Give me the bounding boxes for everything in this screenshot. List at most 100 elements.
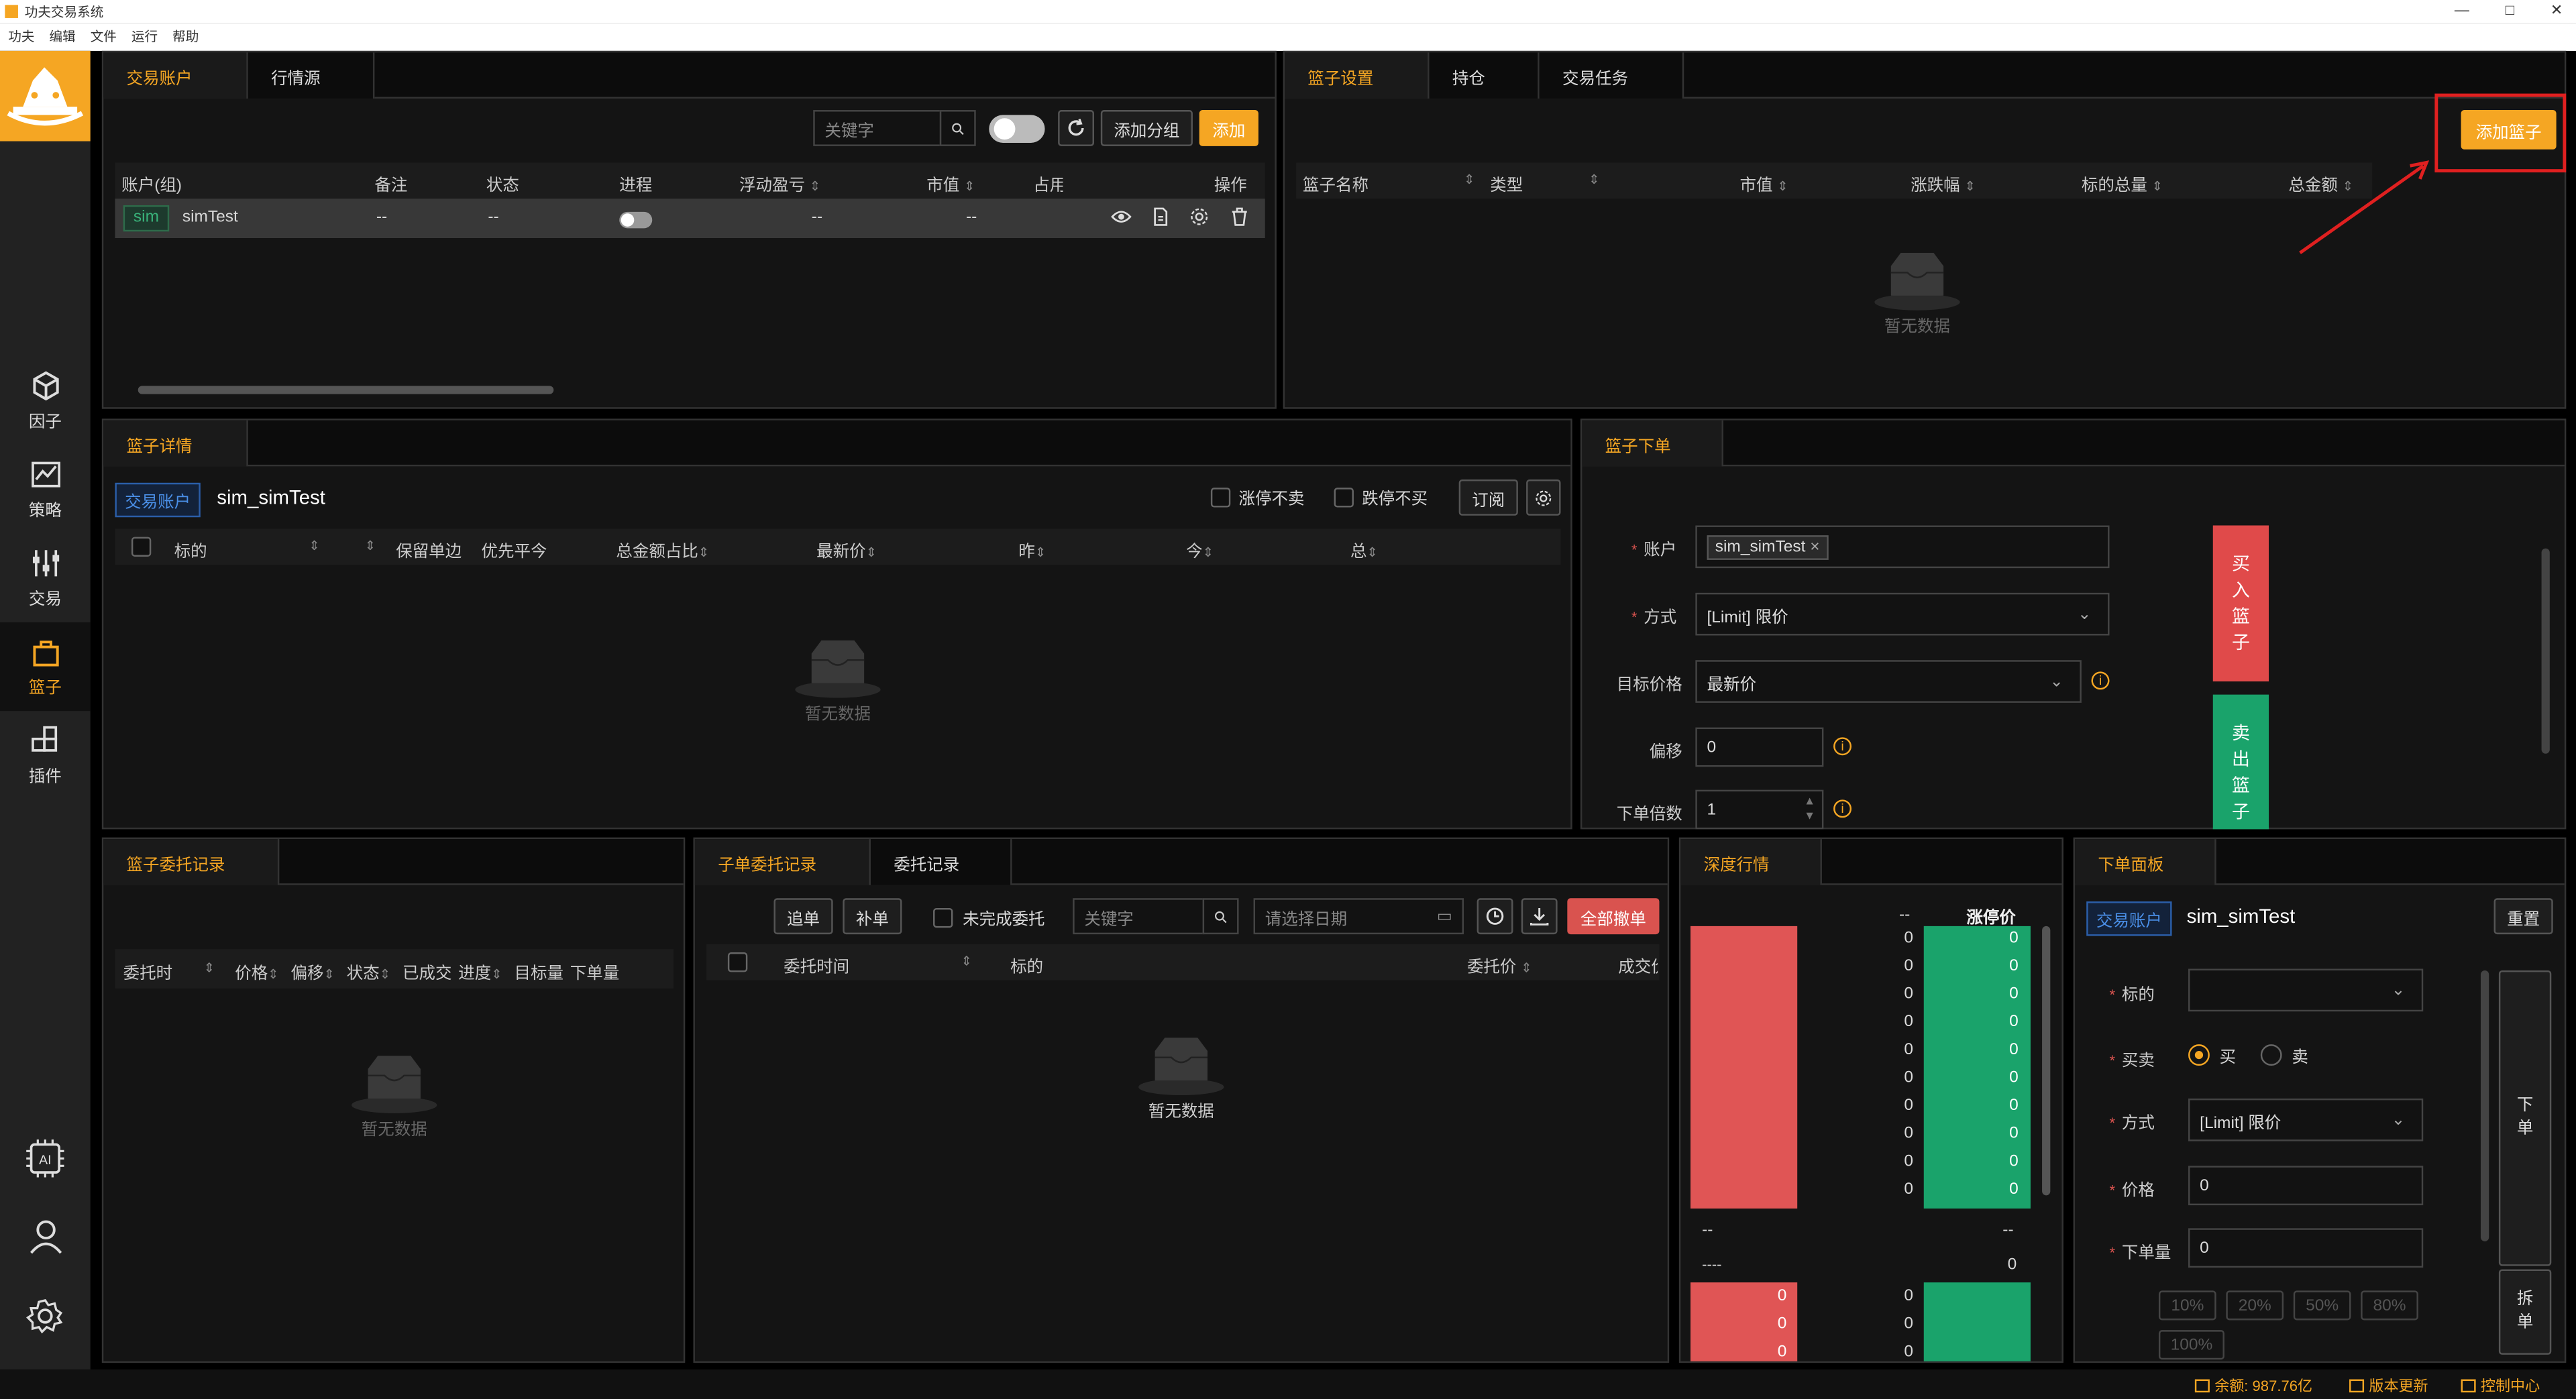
col-order-price[interactable]: 委托价 ⇕: [1467, 952, 1532, 977]
tab-trade-tasks[interactable]: 交易任务: [1539, 52, 1684, 99]
history-button[interactable]: [1477, 898, 1513, 935]
refresh-button[interactable]: [1058, 110, 1095, 146]
search-button[interactable]: [1202, 898, 1239, 935]
supplement-order-button[interactable]: 补单: [843, 898, 902, 935]
tab-positions[interactable]: 持仓: [1429, 52, 1540, 99]
order-method-select[interactable]: [Limit] 限价 ⌄: [2188, 1098, 2424, 1141]
tab-trade-accounts[interactable]: 交易账户: [103, 52, 248, 99]
col-total[interactable]: 总⇕: [1350, 537, 1378, 561]
tab-order-records[interactable]: 委托记录: [870, 839, 1012, 885]
sub-search-input[interactable]: 关键字: [1073, 898, 1205, 935]
version-update[interactable]: 版本更新: [2349, 1374, 2428, 1396]
unfinished-checkbox[interactable]: 未完成委托: [933, 905, 1045, 930]
col-last-price[interactable]: 最新价⇕: [816, 537, 877, 561]
tab-basket-order[interactable]: 篮子下单: [1582, 420, 1723, 467]
delete-icon[interactable]: [1230, 207, 1248, 231]
col-offset[interactable]: 偏移⇕: [290, 959, 334, 984]
col-market-value[interactable]: 市值 ⇕: [926, 171, 975, 195]
tab-market-source[interactable]: 行情源: [248, 52, 375, 99]
offset-input[interactable]: 0: [1695, 727, 1824, 767]
percent-100-button[interactable]: 100%: [2158, 1330, 2224, 1360]
col-progress[interactable]: 进度⇕: [458, 959, 502, 984]
col-total-qty[interactable]: 标的总量 ⇕: [2082, 171, 2163, 195]
col-amount-ratio[interactable]: 总金额占比⇕: [616, 537, 709, 561]
percent-20-button[interactable]: 20%: [2226, 1290, 2284, 1321]
tab-sub-order-records[interactable]: 子单委托记录: [694, 839, 871, 885]
download-button[interactable]: [1521, 898, 1558, 935]
buy-basket-button[interactable]: 买入篮子: [2212, 525, 2269, 682]
sidebar-item-basket[interactable]: 篮子: [0, 622, 91, 712]
eye-icon[interactable]: [1111, 207, 1132, 231]
add-basket-button[interactable]: 添加篮子: [2461, 110, 2557, 150]
select-all-checkbox[interactable]: [727, 952, 748, 972]
toggle-switch[interactable]: [989, 114, 1045, 142]
process-toggle[interactable]: [619, 211, 653, 229]
col-price[interactable]: 价格⇕: [235, 959, 278, 984]
close-button[interactable]: ✕: [2551, 1, 2563, 19]
percent-10-button[interactable]: 10%: [2158, 1290, 2216, 1321]
col-status[interactable]: 状态⇕: [347, 959, 390, 984]
split-order-button[interactable]: 拆单: [2498, 1269, 2552, 1355]
minimize-button[interactable]: —: [2455, 1, 2469, 19]
qty-input[interactable]: 0: [2188, 1228, 2424, 1268]
price-input[interactable]: 0: [2188, 1166, 2424, 1206]
date-picker[interactable]: 请选择日期 ▭: [1253, 898, 1464, 935]
percent-50-button[interactable]: 50%: [2293, 1290, 2351, 1321]
order-scrollbar[interactable]: [2480, 970, 2489, 1241]
col-change[interactable]: 涨跌幅 ⇕: [1911, 171, 1976, 195]
control-center[interactable]: 控制中心: [2461, 1374, 2540, 1396]
menu-help[interactable]: 帮助: [172, 28, 199, 46]
percent-80-button[interactable]: 80%: [2361, 1290, 2418, 1321]
multiple-input[interactable]: 1 ▲ ▼: [1695, 789, 1824, 830]
target-price-select[interactable]: 最新价 ⌄: [1695, 660, 2082, 703]
tab-basket-settings[interactable]: 篮子设置: [1285, 52, 1430, 99]
chase-order-button[interactable]: 追单: [773, 898, 833, 935]
limit-up-checkbox[interactable]: 涨停不卖: [1210, 484, 1304, 509]
reset-button[interactable]: 重置: [2493, 898, 2553, 935]
maximize-button[interactable]: □: [2506, 1, 2514, 19]
sidebar-item-strategy[interactable]: 策略: [0, 445, 91, 534]
ai-chip-button[interactable]: AI: [25, 1138, 66, 1184]
account-select[interactable]: sim_simTest ×: [1695, 525, 2110, 569]
col-value[interactable]: 市值 ⇕: [1739, 171, 1788, 195]
sidebar-item-trade[interactable]: 交易: [0, 534, 91, 622]
add-group-button[interactable]: 添加分组: [1100, 110, 1193, 146]
tab-basket-detail[interactable]: 篮子详情: [103, 420, 248, 467]
settings-icon[interactable]: [1189, 207, 1209, 231]
menu-file[interactable]: 文件: [91, 28, 117, 46]
limit-down-checkbox[interactable]: 跌停不买: [1334, 484, 1428, 509]
symbol-select[interactable]: ⌄: [2188, 968, 2424, 1012]
vertical-scrollbar[interactable]: [2541, 548, 2550, 754]
col-yesterday[interactable]: 昨⇕: [1018, 537, 1046, 561]
select-all-checkbox[interactable]: [131, 537, 152, 557]
settings-button[interactable]: [25, 1297, 64, 1340]
tab-order-panel[interactable]: 下单面板: [2075, 839, 2216, 885]
document-icon[interactable]: [1152, 207, 1170, 231]
col-total-amount[interactable]: 总金额 ⇕: [2288, 171, 2353, 195]
add-account-button[interactable]: 添加: [1199, 110, 1258, 146]
cancel-all-button[interactable]: 全部撤单: [1567, 898, 1660, 935]
menu-kungfu[interactable]: 功夫: [8, 28, 34, 46]
stepper-icon[interactable]: ▲ ▼: [1804, 795, 1815, 824]
method-select[interactable]: [Limit] 限价 ⌄: [1695, 592, 2110, 636]
search-button[interactable]: [939, 110, 976, 146]
table-row[interactable]: sim simTest -- -- -- --: [115, 199, 1265, 239]
sidebar-item-plugin[interactable]: 插件: [0, 711, 91, 799]
sell-basket-button[interactable]: 卖出篮子: [2212, 694, 2269, 830]
settings-button[interactable]: [1526, 479, 1561, 516]
subscribe-button[interactable]: 订阅: [1458, 479, 1518, 516]
remove-tag-icon[interactable]: ×: [1810, 538, 1819, 556]
sidebar-item-factor[interactable]: 因子: [0, 356, 91, 445]
menu-edit[interactable]: 编辑: [49, 28, 75, 46]
depth-scrollbar[interactable]: [2042, 926, 2051, 1196]
tab-depth[interactable]: 深度行情: [1680, 839, 1822, 885]
col-floating-pnl[interactable]: 浮动盈亏 ⇕: [739, 171, 820, 195]
horizontal-scrollbar[interactable]: [138, 386, 554, 394]
sell-radio[interactable]: 卖: [2260, 1043, 2308, 1067]
menu-run[interactable]: 运行: [131, 28, 158, 46]
user-button[interactable]: [28, 1219, 64, 1260]
col-today[interactable]: 今⇕: [1186, 537, 1214, 561]
account-search-input[interactable]: 关键字: [813, 110, 942, 146]
tab-basket-records[interactable]: 篮子委托记录: [103, 839, 280, 885]
buy-radio[interactable]: 买: [2188, 1043, 2236, 1067]
